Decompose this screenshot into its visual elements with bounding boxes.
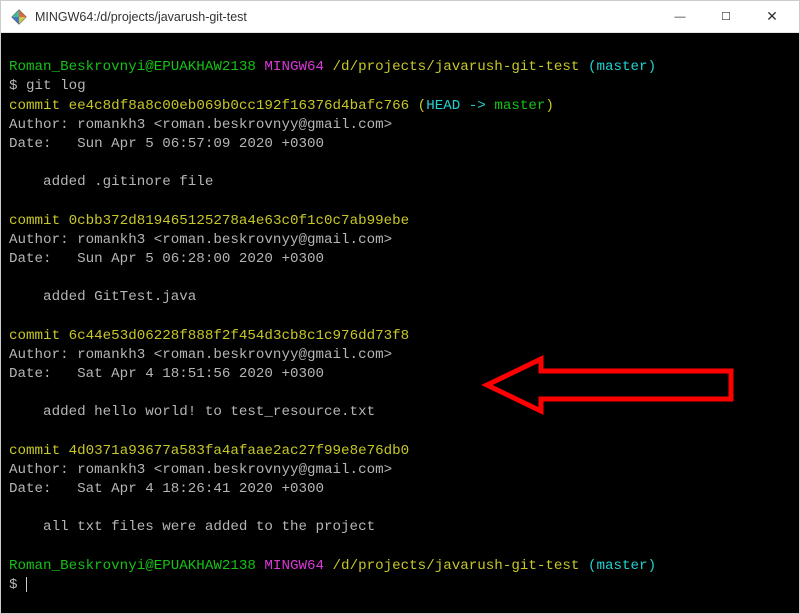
red-arrow-annotation [481,355,741,415]
prompt-line: Roman_Beskrovnyi@EPUAKHAW2138 MINGW64 /d… [9,59,656,75]
window-title: MINGW64:/d/projects/javarush-git-test [35,10,657,24]
commit-line: commit ee4c8df8a8c00eb069b0cc192f16376d4… [9,98,554,114]
commit-hash: 4d0371a93677a583fa4afaae2ac27f99e8e76db0 [69,443,410,459]
author-line: Author: romankh3 <roman.beskrovnyy@gmail… [9,462,392,478]
commit-hash: 0cbb372d819465125278a4e63c0f1c0c7ab99ebe [69,213,410,229]
prompt-path: /d/projects/javarush-git-test [333,558,580,574]
mingw-diamond-icon [11,9,27,25]
minimize-button[interactable]: — [657,1,703,32]
prompt-line: Roman_Beskrovnyi@EPUAKHAW2138 MINGW64 /d… [9,558,656,574]
prompt-branch: (master) [588,59,656,75]
commit-hash: 6c44e53d06228f888f2f454d3cb8c1c976dd73f8 [69,328,410,344]
commit-message: added .gitinore file [9,174,213,190]
ref-branch: master [494,98,545,114]
commit-line: commit 4d0371a93677a583fa4afaae2ac27f99e… [9,443,409,459]
prompt-user-host: Roman_Beskrovnyi@EPUAKHAW2138 [9,558,256,574]
window-controls: — ☐ ✕ [657,1,795,32]
date-line: Date: Sun Apr 5 06:57:09 2020 +0300 [9,136,324,152]
prompt-path: /d/projects/javarush-git-test [333,59,580,75]
commit-line: commit 0cbb372d819465125278a4e63c0f1c0c7… [9,213,409,229]
command-text: git log [26,78,86,94]
prompt-user-host: Roman_Beskrovnyi@EPUAKHAW2138 [9,59,256,75]
maximize-button[interactable]: ☐ [703,1,749,32]
command-line: $ git log [9,78,86,94]
prompt-branch: (master) [588,558,656,574]
author-line: Author: romankh3 <roman.beskrovnyy@gmail… [9,117,392,133]
commit-message: added GitTest.java [9,289,196,305]
ref-head: HEAD -> [426,98,494,114]
terminal-window: MINGW64:/d/projects/javarush-git-test — … [0,0,800,614]
prompt-env: MINGW64 [264,59,324,75]
commit-message: all txt files were added to the project [9,519,375,535]
date-line: Date: Sat Apr 4 18:51:56 2020 +0300 [9,366,324,382]
terminal-output[interactable]: Roman_Beskrovnyi@EPUAKHAW2138 MINGW64 /d… [1,33,799,613]
prompt-input-line: $ [9,577,27,593]
commit-message: added hello world! to test_resource.txt [9,404,375,420]
date-line: Date: Sun Apr 5 06:28:00 2020 +0300 [9,251,324,267]
window-titlebar[interactable]: MINGW64:/d/projects/javarush-git-test — … [1,1,799,33]
commit-hash: ee4c8df8a8c00eb069b0cc192f16376d4bafc766 [69,98,410,114]
close-button[interactable]: ✕ [749,1,795,32]
date-line: Date: Sat Apr 4 18:26:41 2020 +0300 [9,481,324,497]
cursor-icon [26,577,27,592]
author-line: Author: romankh3 <roman.beskrovnyy@gmail… [9,232,392,248]
commit-line: commit 6c44e53d06228f888f2f454d3cb8c1c97… [9,328,409,344]
author-line: Author: romankh3 <roman.beskrovnyy@gmail… [9,347,392,363]
prompt-env: MINGW64 [264,558,324,574]
